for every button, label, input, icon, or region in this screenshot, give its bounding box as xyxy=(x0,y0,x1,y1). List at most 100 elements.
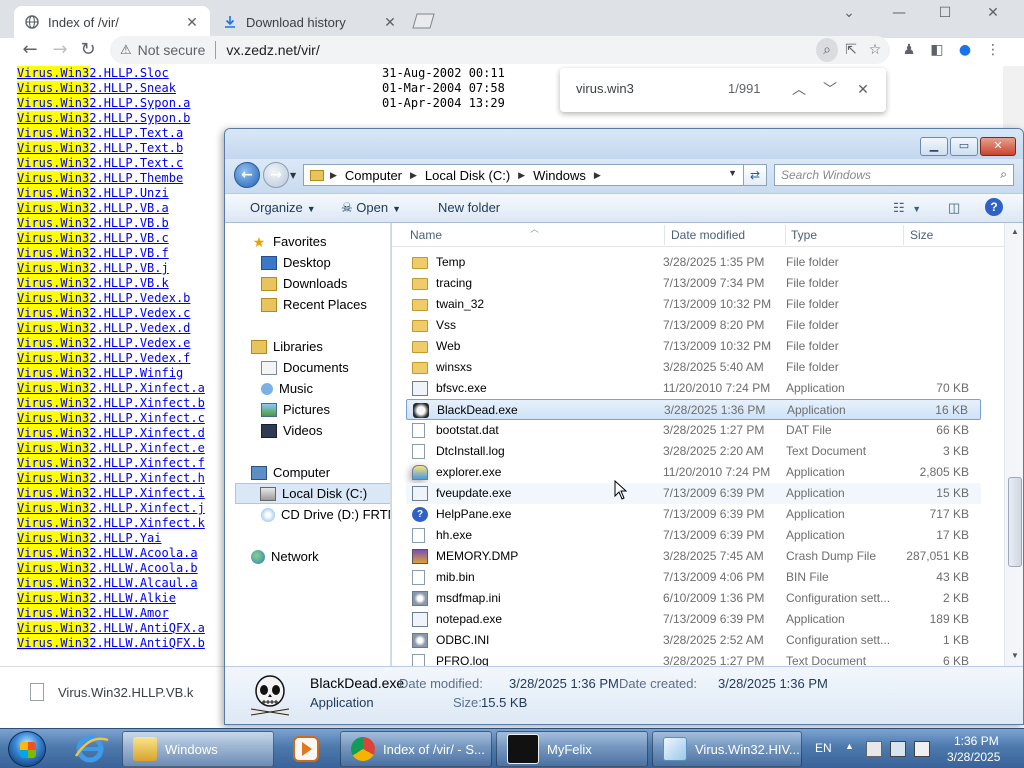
volume-muted-icon[interactable] xyxy=(914,741,930,757)
back-arrow-icon[interactable]: ← xyxy=(234,162,260,188)
chevron-right-icon[interactable]: ▶ xyxy=(594,170,601,181)
search-icon[interactable]: ⌕ xyxy=(1000,167,1007,182)
file-link[interactable]: Virus.Win32.HLLW.Amor xyxy=(17,606,169,621)
chevron-down-icon[interactable]: ﹀ xyxy=(819,78,841,100)
action-center-flag-icon[interactable] xyxy=(866,741,882,757)
file-link[interactable]: Virus.Win32.HLLP.Sypon.a xyxy=(17,96,190,111)
file-link[interactable]: Virus.Win32.HLLP.Xinfect.k xyxy=(17,516,205,531)
minimize-button[interactable]: — xyxy=(876,0,922,30)
file-row[interactable]: ? HelpPane.exe 7/13/2009 6:39 PM Applicatio… xyxy=(406,504,981,525)
file-row[interactable]: ODBC.INI 3/28/2025 2:52 AM Configuration s… xyxy=(406,630,981,651)
forward-arrow-icon[interactable]: → xyxy=(48,38,72,62)
show-hidden-icons-icon[interactable]: ▲ xyxy=(845,741,854,751)
file-link[interactable]: Virus.Win32.HLLW.AntiQFX.a xyxy=(17,621,205,636)
column-size[interactable]: Size xyxy=(910,228,933,242)
file-link[interactable]: Virus.Win32.HLLP.Unzi xyxy=(17,186,169,201)
scroll-up-icon[interactable]: ▲ xyxy=(1010,227,1020,236)
file-link[interactable]: Virus.Win32.HLLP.Xinfect.e xyxy=(17,441,205,456)
network-tray-icon[interactable] xyxy=(890,741,906,757)
minimize-button[interactable]: ▁ xyxy=(920,137,948,156)
file-row[interactable]: Web 7/13/2009 10:32 PM File folder xyxy=(406,336,981,357)
chevron-right-icon[interactable]: ▶ xyxy=(410,170,417,181)
address-bar[interactable]: ⚠ Not secure vx.zedz.net/vir/ xyxy=(110,36,890,64)
forward-arrow-icon[interactable]: → xyxy=(263,162,289,188)
nav-desktop[interactable]: Desktop xyxy=(261,252,331,273)
file-link[interactable]: Virus.Win32.HLLP.Vedex.e xyxy=(17,336,190,351)
column-date-modified[interactable]: Date modified xyxy=(671,228,745,242)
clock-time[interactable]: 1:36 PM xyxy=(954,734,999,748)
file-row[interactable]: BlackDead.exe 3/28/2025 1:36 PM Applicatio… xyxy=(406,399,981,420)
file-link[interactable]: Virus.Win32.HLLP.VB.f xyxy=(17,246,169,261)
file-link[interactable]: Virus.Win32.HLLP.Xinfect.b xyxy=(17,396,205,411)
column-type[interactable]: Type xyxy=(791,228,817,242)
chevron-up-icon[interactable]: ︿ xyxy=(788,78,810,100)
tab-download-history[interactable]: Download history ✕ xyxy=(212,6,408,38)
tab-search-chevron-icon[interactable]: ⌄ xyxy=(826,0,872,30)
file-link[interactable]: Virus.Win32.HLLP.VB.j xyxy=(17,261,169,276)
clock-date[interactable]: 3/28/2025 xyxy=(947,750,1000,764)
search-input[interactable]: Search Windows ⌕ xyxy=(774,164,1014,186)
find-in-page-icon[interactable]: ⌕ xyxy=(816,38,838,62)
file-row[interactable]: Vss 7/13/2009 8:20 PM File folder xyxy=(406,315,981,336)
input-language[interactable]: EN xyxy=(815,741,832,755)
file-row[interactable]: DtcInstall.log 3/28/2025 2:20 AM Text Docu… xyxy=(406,441,981,462)
file-link[interactable]: Virus.Win32.HLLP.Winfig xyxy=(17,366,183,381)
recent-pages-chevron-icon[interactable]: ▼ xyxy=(290,171,296,180)
nav-cd-drive[interactable]: CD Drive (D:) FRTME xyxy=(261,504,390,525)
file-row[interactable]: MEMORY.DMP 3/28/2025 7:45 AM Crash Dump Fi… xyxy=(406,546,981,567)
file-row[interactable]: explorer.exe 11/20/2010 7:24 PM Applicatio… xyxy=(406,462,981,483)
explorer-address-bar[interactable]: ▶ Computer ▶ Local Disk (C:) ▶ Windows ▶… xyxy=(303,164,766,186)
nav-videos[interactable]: Videos xyxy=(261,420,323,441)
file-link[interactable]: Virus.Win32.HLLP.Text.a xyxy=(17,126,183,141)
close-window-button[interactable]: ✕ xyxy=(970,0,1016,30)
nav-pictures[interactable]: Pictures xyxy=(261,399,330,420)
preview-pane-icon[interactable]: ◫ xyxy=(948,200,960,216)
file-link[interactable]: Virus.Win32.HLLP.Xinfect.f xyxy=(17,456,205,471)
nav-network[interactable]: Network xyxy=(251,546,319,567)
file-row[interactable]: bfsvc.exe 11/20/2010 7:24 PM Application 70… xyxy=(406,378,981,399)
start-button[interactable] xyxy=(8,731,46,767)
file-link[interactable]: Virus.Win32.HLLP.Vedex.b xyxy=(17,291,190,306)
file-link[interactable]: Virus.Win32.HLLP.Xinfect.j xyxy=(17,501,205,516)
file-link[interactable]: Virus.Win32.HLLP.Sneak xyxy=(17,81,176,96)
file-row[interactable]: twain_32 7/13/2009 10:32 PM File folder xyxy=(406,294,981,315)
file-row[interactable]: Temp 3/28/2025 1:35 PM File folder xyxy=(406,252,981,273)
file-link[interactable]: Virus.Win32.HLLP.Vedex.d xyxy=(17,321,190,336)
file-row[interactable]: fveupdate.exe 7/13/2009 6:39 PM Applicatio… xyxy=(406,483,981,504)
help-icon[interactable]: ? xyxy=(985,198,1003,216)
file-link[interactable]: Virus.Win32.HLLP.VB.k xyxy=(17,276,169,291)
file-row[interactable]: mib.bin 7/13/2009 4:06 PM BIN File 43 KB xyxy=(406,567,981,588)
file-link[interactable]: Virus.Win32.HLLP.Yai xyxy=(17,531,162,546)
find-input[interactable]: virus.win3 xyxy=(576,81,634,96)
chevron-right-icon[interactable]: ▶ xyxy=(518,170,525,181)
close-icon[interactable]: ✕ xyxy=(382,14,398,31)
file-row[interactable]: PFRO.log 3/28/2025 1:27 PM Text Document 6 … xyxy=(406,651,981,666)
file-link[interactable]: Virus.Win32.HLLW.Acoola.b xyxy=(17,561,198,576)
nav-music[interactable]: Music xyxy=(261,378,313,399)
close-icon[interactable]: ✕ xyxy=(852,78,874,100)
file-row[interactable]: notepad.exe 7/13/2009 6:39 PM Application 1… xyxy=(406,609,981,630)
nav-recent-places[interactable]: Recent Places xyxy=(261,294,367,315)
reload-icon[interactable]: ↻ xyxy=(76,38,100,62)
file-link[interactable]: Virus.Win32.HLLP.Xinfect.i xyxy=(17,486,205,501)
nav-downloads[interactable]: Downloads xyxy=(261,273,347,294)
file-link[interactable]: Virus.Win32.HLLW.Alcaul.a xyxy=(17,576,198,591)
taskbar-chrome-window[interactable]: Index of /vir/ - S... xyxy=(340,731,492,767)
scrollbar-thumb[interactable] xyxy=(1008,477,1022,567)
close-window-button[interactable]: ✕ xyxy=(980,137,1016,156)
file-link[interactable]: Virus.Win32.HLLP.VB.a xyxy=(17,201,169,216)
file-link[interactable]: Virus.Win32.HLLW.AntiQFX.b xyxy=(17,636,205,651)
side-panel-icon[interactable]: ◧ xyxy=(926,38,948,62)
new-folder-button[interactable]: New folder xyxy=(438,200,500,215)
file-link[interactable]: Virus.Win32.HLLP.Xinfect.d xyxy=(17,426,205,441)
nav-computer[interactable]: Computer xyxy=(251,462,330,483)
tab-index-of-vir[interactable]: Index of /vir/ ✕ xyxy=(14,6,210,38)
maximize-button[interactable]: ☐ xyxy=(922,0,968,30)
refresh-icon[interactable]: ⇄ xyxy=(743,164,767,186)
internet-explorer-icon[interactable] xyxy=(64,732,116,766)
file-row[interactable]: msdfmap.ini 6/10/2009 1:36 PM Configuratio… xyxy=(406,588,981,609)
file-link[interactable]: Virus.Win32.HLLP.Xinfect.c xyxy=(17,411,205,426)
taskbar-windows-explorer[interactable]: Windows xyxy=(122,731,274,767)
menu-kebab-icon[interactable]: ⋮ xyxy=(982,38,1004,62)
file-link[interactable]: Virus.Win32.HLLP.VB.c xyxy=(17,231,169,246)
